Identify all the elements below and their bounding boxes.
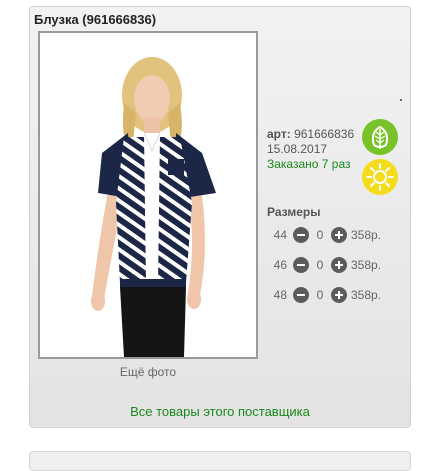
size-row-46: 46 0 358р. (267, 256, 381, 274)
size-label: 46 (273, 258, 287, 272)
decrease-button[interactable] (293, 227, 309, 243)
article-number: 961666836 (294, 127, 355, 141)
article-label: арт: (267, 127, 291, 141)
quantity-value: 0 (316, 258, 324, 272)
more-photos-link[interactable]: Ещё фото (38, 365, 258, 379)
increase-button[interactable] (331, 257, 347, 273)
sun-icon (362, 159, 398, 195)
product-date: 15.08.2017 (267, 142, 328, 156)
size-price: 358р. (351, 288, 382, 302)
decrease-button[interactable] (293, 257, 309, 273)
divider-dot (400, 99, 402, 101)
supplier-products-link[interactable]: Все товары этого поставщика (30, 404, 410, 419)
size-label: 48 (273, 288, 287, 302)
product-card: Блузка (961666836) Ещё фото арт: 9616668… (29, 6, 411, 428)
size-price: 358р. (351, 228, 382, 242)
increase-button[interactable] (331, 227, 347, 243)
quantity-value: 0 (316, 228, 324, 242)
size-price: 358р. (351, 258, 382, 272)
size-label: 44 (273, 228, 287, 242)
leaf-icon (362, 119, 398, 155)
increase-button[interactable] (331, 287, 347, 303)
size-row-44: 44 0 358р. (267, 226, 381, 244)
sizes-heading: Размеры (267, 205, 321, 219)
quantity-value: 0 (316, 288, 324, 302)
size-row-48: 48 0 358р. (267, 286, 381, 304)
product-photo[interactable] (38, 31, 258, 359)
blouse-model-image (40, 33, 256, 357)
article-info: арт: 961666836 15.08.2017 (267, 127, 354, 157)
decrease-button[interactable] (293, 287, 309, 303)
product-title: Блузка (961666836) (34, 12, 157, 27)
order-count: Заказано 7 раз (267, 157, 351, 171)
next-product-card (29, 451, 411, 471)
